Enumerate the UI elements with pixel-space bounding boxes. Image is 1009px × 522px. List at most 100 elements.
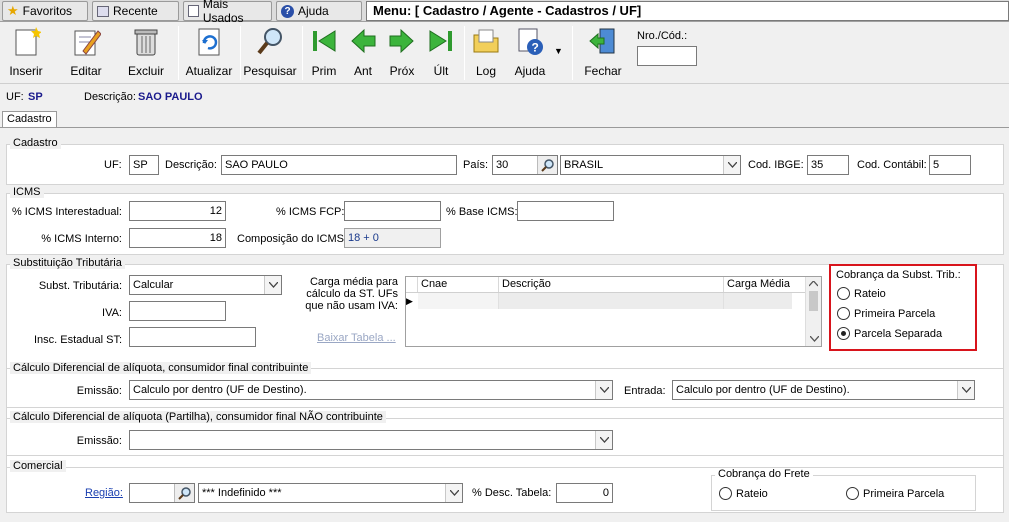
difal-nao-contribuinte-title: Cálculo Diferencial de alíquota (Partilh…	[10, 411, 386, 423]
frete-rateio-radio[interactable]: Rateio	[719, 487, 768, 500]
icms-interestadual-label: % ICMS Interestadual:	[11, 206, 122, 218]
grid-cell[interactable]	[499, 293, 724, 309]
new-document-icon	[9, 24, 43, 58]
difal1-entrada-select[interactable]: Calculo por dentro (UF de Destino).	[672, 380, 975, 400]
scroll-thumb[interactable]	[809, 291, 818, 311]
cobranca-rateio-label: Rateio	[854, 287, 886, 300]
grid-header-carga-media[interactable]: Carga Média	[724, 277, 792, 292]
desc-tabela-input[interactable]: 0	[556, 483, 613, 503]
comercial-group-title: Comercial	[10, 460, 66, 472]
descricao-label: Descrição:	[165, 159, 217, 171]
cobranca-parcela-separada-radio[interactable]: Parcela Separada	[837, 327, 942, 340]
radio-circle-icon	[837, 307, 850, 320]
editar-button[interactable]: Editar	[66, 24, 106, 78]
toolbar-separator	[178, 26, 179, 80]
tab-favoritos[interactable]: ★ Favoritos	[2, 1, 88, 21]
difal2-emissao-select[interactable]	[129, 430, 613, 450]
help-icon: ?	[281, 4, 294, 18]
inserir-button[interactable]: Inserir	[6, 24, 46, 78]
cobranca-primeira-parcela-radio[interactable]: Primeira Parcela	[837, 307, 935, 320]
first-record-icon	[307, 24, 341, 58]
grid-cell[interactable]	[724, 293, 792, 309]
fechar-button[interactable]: Fechar	[582, 24, 624, 78]
desc-tabela-label: % Desc. Tabela:	[472, 487, 552, 499]
tab-ajuda[interactable]: ? Ajuda	[276, 1, 362, 21]
grid-cell[interactable]	[418, 293, 499, 309]
grid-header-descricao[interactable]: Descrição	[499, 277, 724, 292]
difal1-emissao-select[interactable]: Calculo por dentro (UF de Destino).	[129, 380, 613, 400]
cobranca-primeira-parcela-label: Primeira Parcela	[854, 307, 936, 320]
info-uf-label: UF:	[6, 91, 24, 103]
grid-scrollbar[interactable]	[805, 277, 821, 346]
subst-tributaria-select[interactable]: Calcular	[129, 275, 282, 295]
scroll-up-icon[interactable]	[806, 277, 821, 291]
ajuda-dropdown-arrow-icon[interactable]: ▼	[554, 46, 563, 56]
descricao-input[interactable]: SAO PAULO	[221, 155, 457, 175]
icms-fcp-input[interactable]	[344, 201, 441, 221]
grid-header-cnae[interactable]: Cnae	[418, 277, 499, 292]
difal1-entrada-label: Entrada:	[624, 385, 666, 397]
uf-input[interactable]: SP	[129, 155, 159, 175]
composicao-icms-value: 18 + 0	[344, 228, 441, 248]
baixar-tabela-link[interactable]: Baixar Tabela ...	[317, 332, 396, 344]
insc-estadual-st-label: Insc. Estadual ST:	[33, 334, 122, 346]
tab-cadastro[interactable]: Cadastro	[2, 111, 57, 128]
tab-strip: Cadastro	[0, 110, 1009, 128]
composicao-icms-label: Composição do ICMS:	[237, 233, 348, 245]
chevron-down-icon	[445, 484, 462, 502]
ant-button[interactable]: Ant	[347, 24, 379, 78]
tab-recente[interactable]: Recente	[92, 1, 179, 21]
tab-mais-usados[interactable]: Mais Usados	[183, 0, 272, 25]
icms-interestadual-input[interactable]: 12	[129, 201, 226, 221]
pais-select[interactable]: BRASIL	[560, 155, 741, 175]
last-record-icon	[424, 24, 458, 58]
icms-group-title: ICMS	[10, 186, 44, 198]
cobranca-parcela-separada-label: Parcela Separada	[854, 327, 943, 340]
pais-search-icon[interactable]	[537, 156, 557, 174]
contabil-input[interactable]: 5	[929, 155, 971, 175]
ajuda-button[interactable]: ? Ajuda	[512, 24, 548, 78]
pesquisar-button[interactable]: Pesquisar	[243, 24, 297, 78]
icms-fcp-label: % ICMS FCP:	[276, 206, 345, 218]
trash-icon	[129, 24, 163, 58]
table-row[interactable]: ▶	[406, 293, 821, 309]
contabil-label: Cod. Contábil:	[857, 159, 927, 171]
cobranca-frete-title: Cobrança do Frete	[715, 468, 813, 480]
icms-interno-input[interactable]: 18	[129, 228, 226, 248]
ibge-input[interactable]: 35	[807, 155, 849, 175]
excluir-button[interactable]: Excluir	[126, 24, 166, 78]
prox-button[interactable]: Próx	[386, 24, 418, 78]
top-nav-bar: ★ Favoritos Recente Mais Usados ? Ajuda …	[0, 0, 1009, 25]
nro-cod-input[interactable]	[637, 46, 697, 66]
prim-button[interactable]: Prim	[308, 24, 340, 78]
insc-estadual-st-input[interactable]	[129, 327, 256, 347]
radio-circle-icon	[846, 487, 859, 500]
frete-primeira-parcela-radio[interactable]: Primeira Parcela	[846, 487, 944, 500]
base-icms-input[interactable]	[517, 201, 614, 221]
magnifier-icon	[253, 24, 287, 58]
ult-button[interactable]: Últ	[425, 24, 457, 78]
record-info-bar: UF: SP Descrição: SAO PAULO	[0, 86, 1009, 108]
scroll-down-icon[interactable]	[806, 332, 822, 346]
regiao-search-icon[interactable]	[174, 484, 194, 502]
star-icon: ★	[7, 3, 19, 18]
toolbar: Inserir Editar Excluir Atualizar Pesquis…	[0, 22, 1009, 84]
exit-door-icon	[586, 24, 620, 58]
atualizar-button[interactable]: Atualizar	[186, 24, 232, 78]
base-icms-label: % Base ICMS:	[446, 206, 518, 218]
nro-cod-label: Nro./Cód.:	[637, 30, 688, 42]
chevron-down-icon	[264, 276, 281, 294]
regiao-select[interactable]: *** Indefinido ***	[198, 483, 463, 503]
log-button[interactable]: Log	[469, 24, 503, 78]
main-panel: Cadastro UF: SP Descrição: SAO PAULO Paí…	[0, 128, 1009, 522]
toolbar-separator	[302, 26, 303, 80]
regiao-code-input[interactable]	[129, 483, 195, 503]
svg-text:?: ?	[532, 41, 539, 55]
info-desc-label: Descrição:	[84, 91, 136, 103]
regiao-select-value: *** Indefinido ***	[202, 487, 282, 499]
iva-input[interactable]	[129, 301, 226, 321]
cobranca-rateio-radio[interactable]: Rateio	[837, 287, 886, 300]
regiao-link[interactable]: Região:	[85, 487, 123, 499]
pais-code-input[interactable]: 30	[492, 155, 558, 175]
carga-media-grid[interactable]: Cnae Descrição Carga Média ▶	[405, 276, 822, 347]
